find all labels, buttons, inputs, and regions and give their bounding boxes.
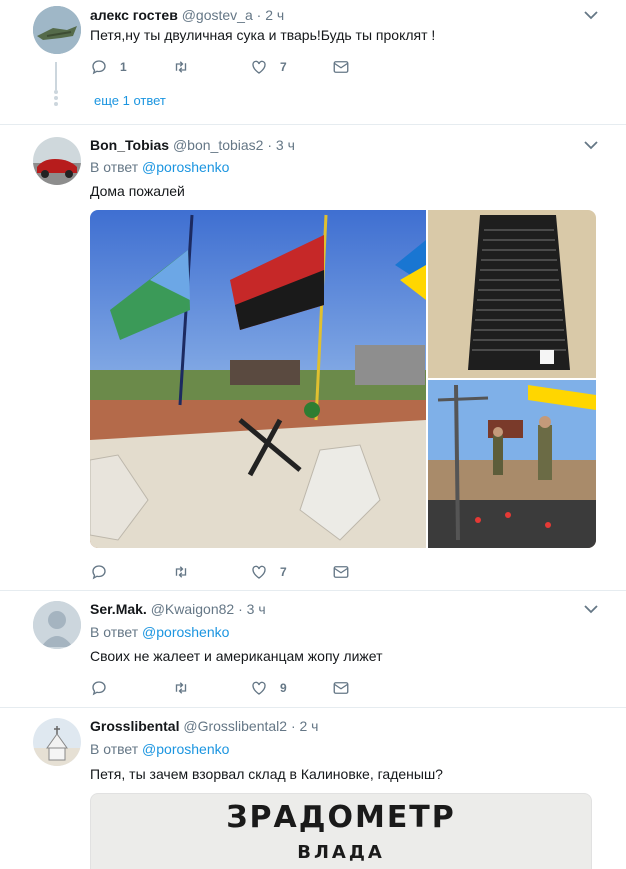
user-handle[interactable]: @gostev_a bbox=[182, 7, 253, 23]
user-name[interactable]: Bon_Tobias bbox=[90, 137, 169, 153]
message-icon bbox=[332, 563, 350, 581]
like-count: 7 bbox=[280, 60, 287, 74]
retweet-icon bbox=[172, 563, 190, 581]
chevron-down-icon[interactable] bbox=[584, 604, 598, 614]
retweet-icon bbox=[172, 679, 190, 697]
retweet-button[interactable] bbox=[172, 563, 190, 581]
media-image[interactable]: ЗРАДОМЕТР ВЛАДА bbox=[90, 793, 592, 869]
tweet-text: Петя, ты зачем взорвал склад в Калиновке… bbox=[90, 766, 443, 782]
divider bbox=[0, 707, 626, 708]
user-handle[interactable]: @Grosslibental2 bbox=[183, 718, 287, 734]
reply-button[interactable] bbox=[90, 679, 108, 697]
avatar[interactable] bbox=[33, 6, 81, 54]
like-button[interactable]: 7 bbox=[250, 563, 287, 581]
user-name[interactable]: Grosslibental bbox=[90, 718, 179, 734]
image-subtitle: ВЛАДА bbox=[297, 842, 385, 863]
timestamp[interactable]: · 3 ч bbox=[238, 601, 266, 617]
user-handle[interactable]: @bon_tobias2 bbox=[173, 137, 264, 153]
reply-count: 1 bbox=[120, 60, 127, 74]
like-button[interactable]: 9 bbox=[250, 679, 287, 697]
reply-user-link[interactable]: @poroshenko bbox=[142, 741, 229, 757]
chevron-down-icon[interactable] bbox=[584, 10, 598, 20]
reply-button[interactable]: 1 bbox=[90, 58, 127, 76]
like-icon bbox=[250, 58, 268, 76]
reply-icon bbox=[90, 58, 108, 76]
like-icon bbox=[250, 679, 268, 697]
user-name[interactable]: Ser.Mak. bbox=[90, 601, 147, 617]
avatar[interactable] bbox=[33, 718, 81, 766]
tweet-text: Дома пожалей bbox=[90, 183, 185, 199]
media-grid bbox=[90, 210, 596, 548]
retweet-icon bbox=[172, 58, 190, 76]
reply-prefix: В ответ bbox=[90, 624, 139, 640]
user-handle[interactable]: @Kwaigon82 bbox=[151, 601, 235, 617]
reply-icon bbox=[90, 563, 108, 581]
message-button[interactable] bbox=[332, 58, 350, 76]
chevron-down-icon[interactable] bbox=[584, 140, 598, 150]
reply-user-link[interactable]: @poroshenko bbox=[142, 159, 229, 175]
image-title: ЗРАДОМЕТР bbox=[226, 800, 456, 835]
like-icon bbox=[250, 563, 268, 581]
tweet-text: Своих не жалеет и американцам жопу лижет bbox=[90, 648, 383, 664]
divider bbox=[0, 590, 626, 591]
retweet-button[interactable] bbox=[172, 58, 190, 76]
tweet-text: Петя,ну ты двуличная сука и тварь!Будь т… bbox=[90, 27, 436, 43]
avatar[interactable] bbox=[33, 137, 81, 185]
photo-memorial-flags[interactable] bbox=[90, 210, 426, 548]
like-count: 9 bbox=[280, 681, 287, 695]
reply-prefix: В ответ bbox=[90, 741, 139, 757]
reply-icon bbox=[90, 679, 108, 697]
message-icon bbox=[332, 58, 350, 76]
reply-to: В ответ @poroshenko bbox=[90, 741, 229, 757]
reply-prefix: В ответ bbox=[90, 159, 139, 175]
reply-to: В ответ @poroshenko bbox=[90, 624, 229, 640]
message-icon bbox=[332, 679, 350, 697]
timestamp[interactable]: · 3 ч bbox=[267, 137, 295, 153]
photo-memorial-soldiers[interactable] bbox=[428, 380, 596, 548]
divider bbox=[0, 124, 626, 125]
photo-memorial-plaque[interactable] bbox=[428, 210, 596, 378]
reply-to: В ответ @poroshenko bbox=[90, 159, 229, 175]
message-button[interactable] bbox=[332, 563, 350, 581]
like-button[interactable]: 7 bbox=[250, 58, 287, 76]
timestamp[interactable]: · 2 ч bbox=[257, 7, 285, 23]
user-name[interactable]: алекс гостев bbox=[90, 7, 178, 23]
like-count: 7 bbox=[280, 565, 287, 579]
show-more-replies-link[interactable]: еще 1 ответ bbox=[94, 93, 166, 108]
reply-button[interactable] bbox=[90, 563, 108, 581]
timestamp[interactable]: · 2 ч bbox=[291, 718, 319, 734]
thread-line bbox=[55, 62, 57, 90]
message-button[interactable] bbox=[332, 679, 350, 697]
avatar[interactable] bbox=[33, 601, 81, 649]
reply-user-link[interactable]: @poroshenko bbox=[142, 624, 229, 640]
retweet-button[interactable] bbox=[172, 679, 190, 697]
